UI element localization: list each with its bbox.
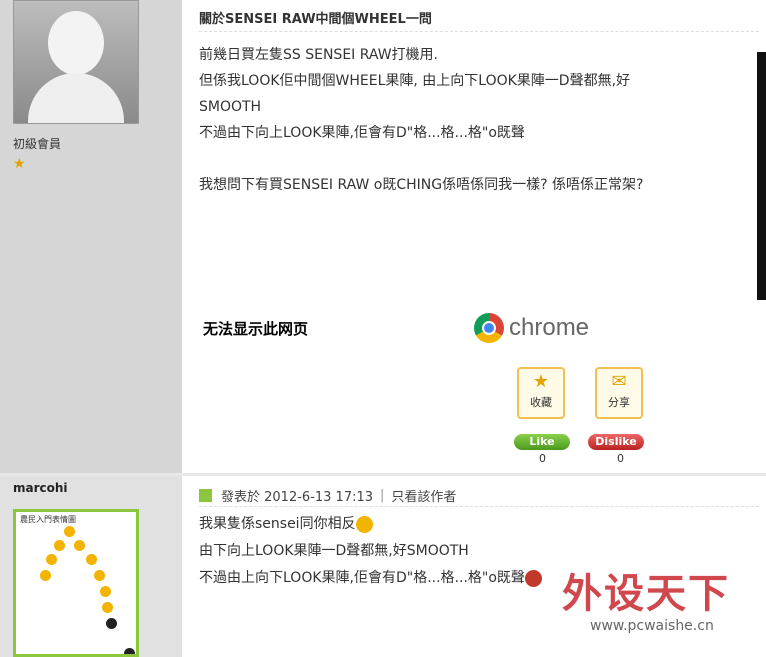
avatar-head-shape (48, 11, 104, 75)
favorite-label: 收藏 (530, 396, 552, 409)
emoticon-icon (106, 618, 117, 629)
like-button[interactable]: Like (514, 434, 570, 450)
post-line: 前幾日買左隻SS SENSEI RAW打機用. (199, 47, 439, 63)
emoticon-icon (124, 648, 135, 654)
like-count: 0 (539, 452, 546, 465)
embedded-media-edge (757, 52, 766, 300)
post2-body: 我果隻係sensei同你相反 由下向上LOOK果陣一D聲都無,好SMOOTH 不… (199, 511, 542, 592)
post2-meta: 發表於 2012-6-13 17:13 | 只看該作者 (199, 486, 456, 505)
meta-divider: | (380, 488, 385, 503)
emoticon-icon (64, 526, 75, 537)
post2-username[interactable]: marcohi (13, 481, 68, 495)
angry-emoticon-icon (524, 569, 542, 587)
author-only-link[interactable]: 只看該作者 (391, 486, 456, 505)
post-line: 我果隻係sensei同你相反 (199, 511, 542, 538)
post2-avatar[interactable]: 農民入門表情圖 (13, 509, 139, 657)
post-separator (0, 473, 766, 476)
emoticon-icon (355, 515, 373, 533)
emoticon-icon (46, 554, 57, 565)
post-line: 但係我LOOK佢中間個WHEEL果陣, 由上向下LOOK果陣一D聲都無,好 (199, 73, 631, 89)
chrome-logo: chrome (474, 313, 589, 343)
share-button[interactable]: ✉ 分享 (595, 367, 643, 419)
avatar-caption: 農民入門表情圖 (20, 515, 76, 524)
post-line: 我想問下有買SENSEI RAW o既CHING係唔係同我一樣? 係唔係正常架? (199, 177, 644, 193)
post-line: SMOOTH (199, 99, 262, 115)
chrome-icon (474, 313, 504, 343)
online-status-icon (199, 489, 212, 502)
user-rank: 初級會員 (13, 137, 62, 151)
star-icon: ★ (532, 371, 550, 392)
post1-body: 前幾日買左隻SS SENSEI RAW打機用. 但係我LOOK佢中間個WHEEL… (199, 42, 643, 198)
site-watermark: 外设天下 (562, 571, 730, 617)
emoticon-icon (40, 570, 51, 581)
emoticon-icon (102, 602, 113, 613)
embed-error-text: 无法显示此网页 (203, 320, 309, 338)
post-line: 不過由下向上LOOK果陣,佢會有D"格...格...格"o既聲 (199, 125, 525, 141)
avatar-body-shape (28, 73, 124, 123)
emoticon-icon (86, 554, 97, 565)
divider (199, 31, 759, 32)
watermark-url: www.pcwaishe.cn (590, 618, 714, 634)
rank-star-icon: ★ (13, 156, 26, 172)
thread-title: 關於SENSEI RAW中間個WHEEL一問 (199, 12, 432, 27)
emoticon-icon (54, 540, 65, 551)
post-line: 不過由上向下LOOK果陣,佢會有D"格...格...格"o既聲 (199, 565, 542, 592)
dislike-button[interactable]: Dislike (588, 434, 644, 450)
share-icon: ✉ (611, 371, 627, 392)
emoticon-icon (100, 586, 111, 597)
chrome-brand-text: chrome (509, 314, 590, 341)
divider (199, 506, 759, 507)
post1-avatar[interactable] (13, 0, 139, 124)
favorite-button[interactable]: ★ 收藏 (517, 367, 565, 419)
emoticon-icon (94, 570, 105, 581)
dislike-count: 0 (617, 452, 624, 465)
post-line (199, 146, 643, 172)
post-timestamp: 發表於 2012-6-13 17:13 (221, 490, 374, 505)
emoticon-icon (74, 540, 85, 551)
share-label: 分享 (608, 396, 630, 409)
post-line: 由下向上LOOK果陣一D聲都無,好SMOOTH (199, 543, 469, 559)
